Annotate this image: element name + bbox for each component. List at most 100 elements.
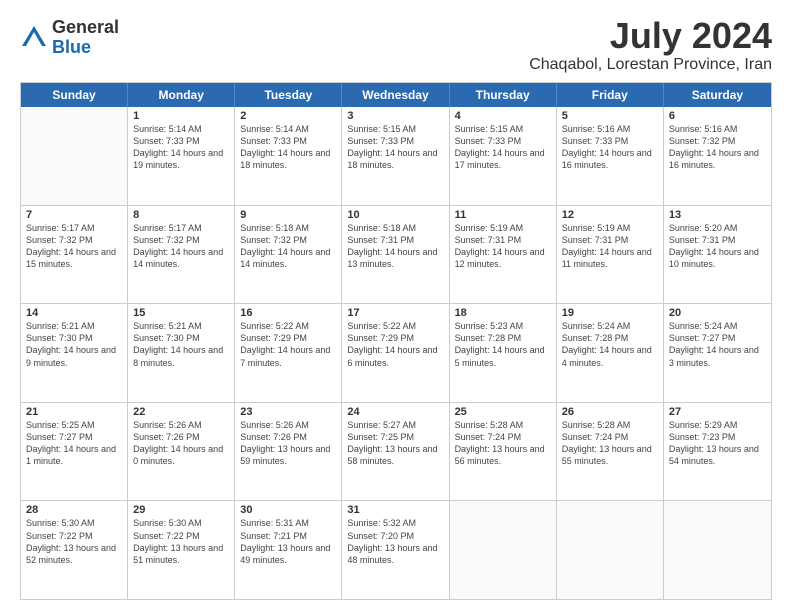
page: General Blue July 2024 Chaqabol, Loresta… [0, 0, 792, 612]
day-cell: 18Sunrise: 5:23 AM Sunset: 7:28 PM Dayli… [450, 304, 557, 402]
day-info: Sunrise: 5:20 AM Sunset: 7:31 PM Dayligh… [669, 222, 766, 271]
day-number: 17 [347, 307, 443, 319]
day-cell: 28Sunrise: 5:30 AM Sunset: 7:22 PM Dayli… [21, 501, 128, 599]
day-cell: 5Sunrise: 5:16 AM Sunset: 7:33 PM Daylig… [557, 107, 664, 205]
day-info: Sunrise: 5:28 AM Sunset: 7:24 PM Dayligh… [455, 419, 551, 468]
day-cell [557, 501, 664, 599]
day-cell: 6Sunrise: 5:16 AM Sunset: 7:32 PM Daylig… [664, 107, 771, 205]
day-cell: 3Sunrise: 5:15 AM Sunset: 7:33 PM Daylig… [342, 107, 449, 205]
day-info: Sunrise: 5:18 AM Sunset: 7:31 PM Dayligh… [347, 222, 443, 271]
calendar-header: SundayMondayTuesdayWednesdayThursdayFrid… [21, 83, 771, 107]
day-number: 31 [347, 504, 443, 516]
day-cell: 8Sunrise: 5:17 AM Sunset: 7:32 PM Daylig… [128, 206, 235, 304]
day-info: Sunrise: 5:23 AM Sunset: 7:28 PM Dayligh… [455, 320, 551, 369]
day-info: Sunrise: 5:17 AM Sunset: 7:32 PM Dayligh… [26, 222, 122, 271]
day-info: Sunrise: 5:30 AM Sunset: 7:22 PM Dayligh… [26, 517, 122, 566]
logo: General Blue [20, 18, 119, 58]
day-info: Sunrise: 5:21 AM Sunset: 7:30 PM Dayligh… [133, 320, 229, 369]
day-info: Sunrise: 5:14 AM Sunset: 7:33 PM Dayligh… [133, 123, 229, 172]
day-info: Sunrise: 5:19 AM Sunset: 7:31 PM Dayligh… [562, 222, 658, 271]
day-cell: 7Sunrise: 5:17 AM Sunset: 7:32 PM Daylig… [21, 206, 128, 304]
day-info: Sunrise: 5:15 AM Sunset: 7:33 PM Dayligh… [455, 123, 551, 172]
week-row-2: 7Sunrise: 5:17 AM Sunset: 7:32 PM Daylig… [21, 205, 771, 304]
day-cell: 14Sunrise: 5:21 AM Sunset: 7:30 PM Dayli… [21, 304, 128, 402]
day-number: 25 [455, 406, 551, 418]
day-cell: 10Sunrise: 5:18 AM Sunset: 7:31 PM Dayli… [342, 206, 449, 304]
day-cell: 29Sunrise: 5:30 AM Sunset: 7:22 PM Dayli… [128, 501, 235, 599]
day-info: Sunrise: 5:17 AM Sunset: 7:32 PM Dayligh… [133, 222, 229, 271]
day-number: 27 [669, 406, 766, 418]
day-info: Sunrise: 5:24 AM Sunset: 7:27 PM Dayligh… [669, 320, 766, 369]
day-info: Sunrise: 5:24 AM Sunset: 7:28 PM Dayligh… [562, 320, 658, 369]
day-info: Sunrise: 5:15 AM Sunset: 7:33 PM Dayligh… [347, 123, 443, 172]
location-title: Chaqabol, Lorestan Province, Iran [529, 56, 772, 74]
logo-blue: Blue [52, 37, 91, 57]
day-cell: 13Sunrise: 5:20 AM Sunset: 7:31 PM Dayli… [664, 206, 771, 304]
day-cell: 31Sunrise: 5:32 AM Sunset: 7:20 PM Dayli… [342, 501, 449, 599]
day-number: 26 [562, 406, 658, 418]
day-cell [21, 107, 128, 205]
day-info: Sunrise: 5:27 AM Sunset: 7:25 PM Dayligh… [347, 419, 443, 468]
day-info: Sunrise: 5:28 AM Sunset: 7:24 PM Dayligh… [562, 419, 658, 468]
day-cell: 30Sunrise: 5:31 AM Sunset: 7:21 PM Dayli… [235, 501, 342, 599]
day-info: Sunrise: 5:26 AM Sunset: 7:26 PM Dayligh… [133, 419, 229, 468]
day-cell [450, 501, 557, 599]
day-info: Sunrise: 5:21 AM Sunset: 7:30 PM Dayligh… [26, 320, 122, 369]
day-info: Sunrise: 5:18 AM Sunset: 7:32 PM Dayligh… [240, 222, 336, 271]
day-cell [664, 501, 771, 599]
logo-general: General [52, 17, 119, 37]
day-info: Sunrise: 5:31 AM Sunset: 7:21 PM Dayligh… [240, 517, 336, 566]
day-number: 13 [669, 209, 766, 221]
day-cell: 25Sunrise: 5:28 AM Sunset: 7:24 PM Dayli… [450, 403, 557, 501]
day-info: Sunrise: 5:30 AM Sunset: 7:22 PM Dayligh… [133, 517, 229, 566]
day-info: Sunrise: 5:26 AM Sunset: 7:26 PM Dayligh… [240, 419, 336, 468]
day-cell: 12Sunrise: 5:19 AM Sunset: 7:31 PM Dayli… [557, 206, 664, 304]
day-number: 6 [669, 110, 766, 122]
day-info: Sunrise: 5:22 AM Sunset: 7:29 PM Dayligh… [240, 320, 336, 369]
day-number: 16 [240, 307, 336, 319]
week-row-1: 1Sunrise: 5:14 AM Sunset: 7:33 PM Daylig… [21, 107, 771, 205]
day-cell: 19Sunrise: 5:24 AM Sunset: 7:28 PM Dayli… [557, 304, 664, 402]
day-number: 11 [455, 209, 551, 221]
day-cell: 1Sunrise: 5:14 AM Sunset: 7:33 PM Daylig… [128, 107, 235, 205]
day-cell: 9Sunrise: 5:18 AM Sunset: 7:32 PM Daylig… [235, 206, 342, 304]
week-row-3: 14Sunrise: 5:21 AM Sunset: 7:30 PM Dayli… [21, 303, 771, 402]
week-row-5: 28Sunrise: 5:30 AM Sunset: 7:22 PM Dayli… [21, 500, 771, 599]
day-cell: 11Sunrise: 5:19 AM Sunset: 7:31 PM Dayli… [450, 206, 557, 304]
day-cell: 23Sunrise: 5:26 AM Sunset: 7:26 PM Dayli… [235, 403, 342, 501]
day-number: 9 [240, 209, 336, 221]
day-number: 12 [562, 209, 658, 221]
day-info: Sunrise: 5:16 AM Sunset: 7:32 PM Dayligh… [669, 123, 766, 172]
day-header-friday: Friday [557, 83, 664, 107]
day-info: Sunrise: 5:22 AM Sunset: 7:29 PM Dayligh… [347, 320, 443, 369]
day-number: 15 [133, 307, 229, 319]
day-number: 14 [26, 307, 122, 319]
day-cell: 15Sunrise: 5:21 AM Sunset: 7:30 PM Dayli… [128, 304, 235, 402]
month-title: July 2024 [529, 18, 772, 54]
day-number: 23 [240, 406, 336, 418]
day-number: 8 [133, 209, 229, 221]
day-cell: 20Sunrise: 5:24 AM Sunset: 7:27 PM Dayli… [664, 304, 771, 402]
day-cell: 21Sunrise: 5:25 AM Sunset: 7:27 PM Dayli… [21, 403, 128, 501]
day-number: 5 [562, 110, 658, 122]
day-number: 10 [347, 209, 443, 221]
day-number: 28 [26, 504, 122, 516]
day-number: 2 [240, 110, 336, 122]
day-info: Sunrise: 5:14 AM Sunset: 7:33 PM Dayligh… [240, 123, 336, 172]
day-cell: 17Sunrise: 5:22 AM Sunset: 7:29 PM Dayli… [342, 304, 449, 402]
day-header-monday: Monday [128, 83, 235, 107]
day-header-sunday: Sunday [21, 83, 128, 107]
title-block: July 2024 Chaqabol, Lorestan Province, I… [529, 18, 772, 74]
day-number: 22 [133, 406, 229, 418]
day-cell: 16Sunrise: 5:22 AM Sunset: 7:29 PM Dayli… [235, 304, 342, 402]
day-number: 24 [347, 406, 443, 418]
day-cell: 26Sunrise: 5:28 AM Sunset: 7:24 PM Dayli… [557, 403, 664, 501]
day-info: Sunrise: 5:32 AM Sunset: 7:20 PM Dayligh… [347, 517, 443, 566]
day-number: 18 [455, 307, 551, 319]
day-cell: 27Sunrise: 5:29 AM Sunset: 7:23 PM Dayli… [664, 403, 771, 501]
day-number: 1 [133, 110, 229, 122]
week-row-4: 21Sunrise: 5:25 AM Sunset: 7:27 PM Dayli… [21, 402, 771, 501]
day-number: 3 [347, 110, 443, 122]
day-header-saturday: Saturday [664, 83, 771, 107]
day-number: 20 [669, 307, 766, 319]
